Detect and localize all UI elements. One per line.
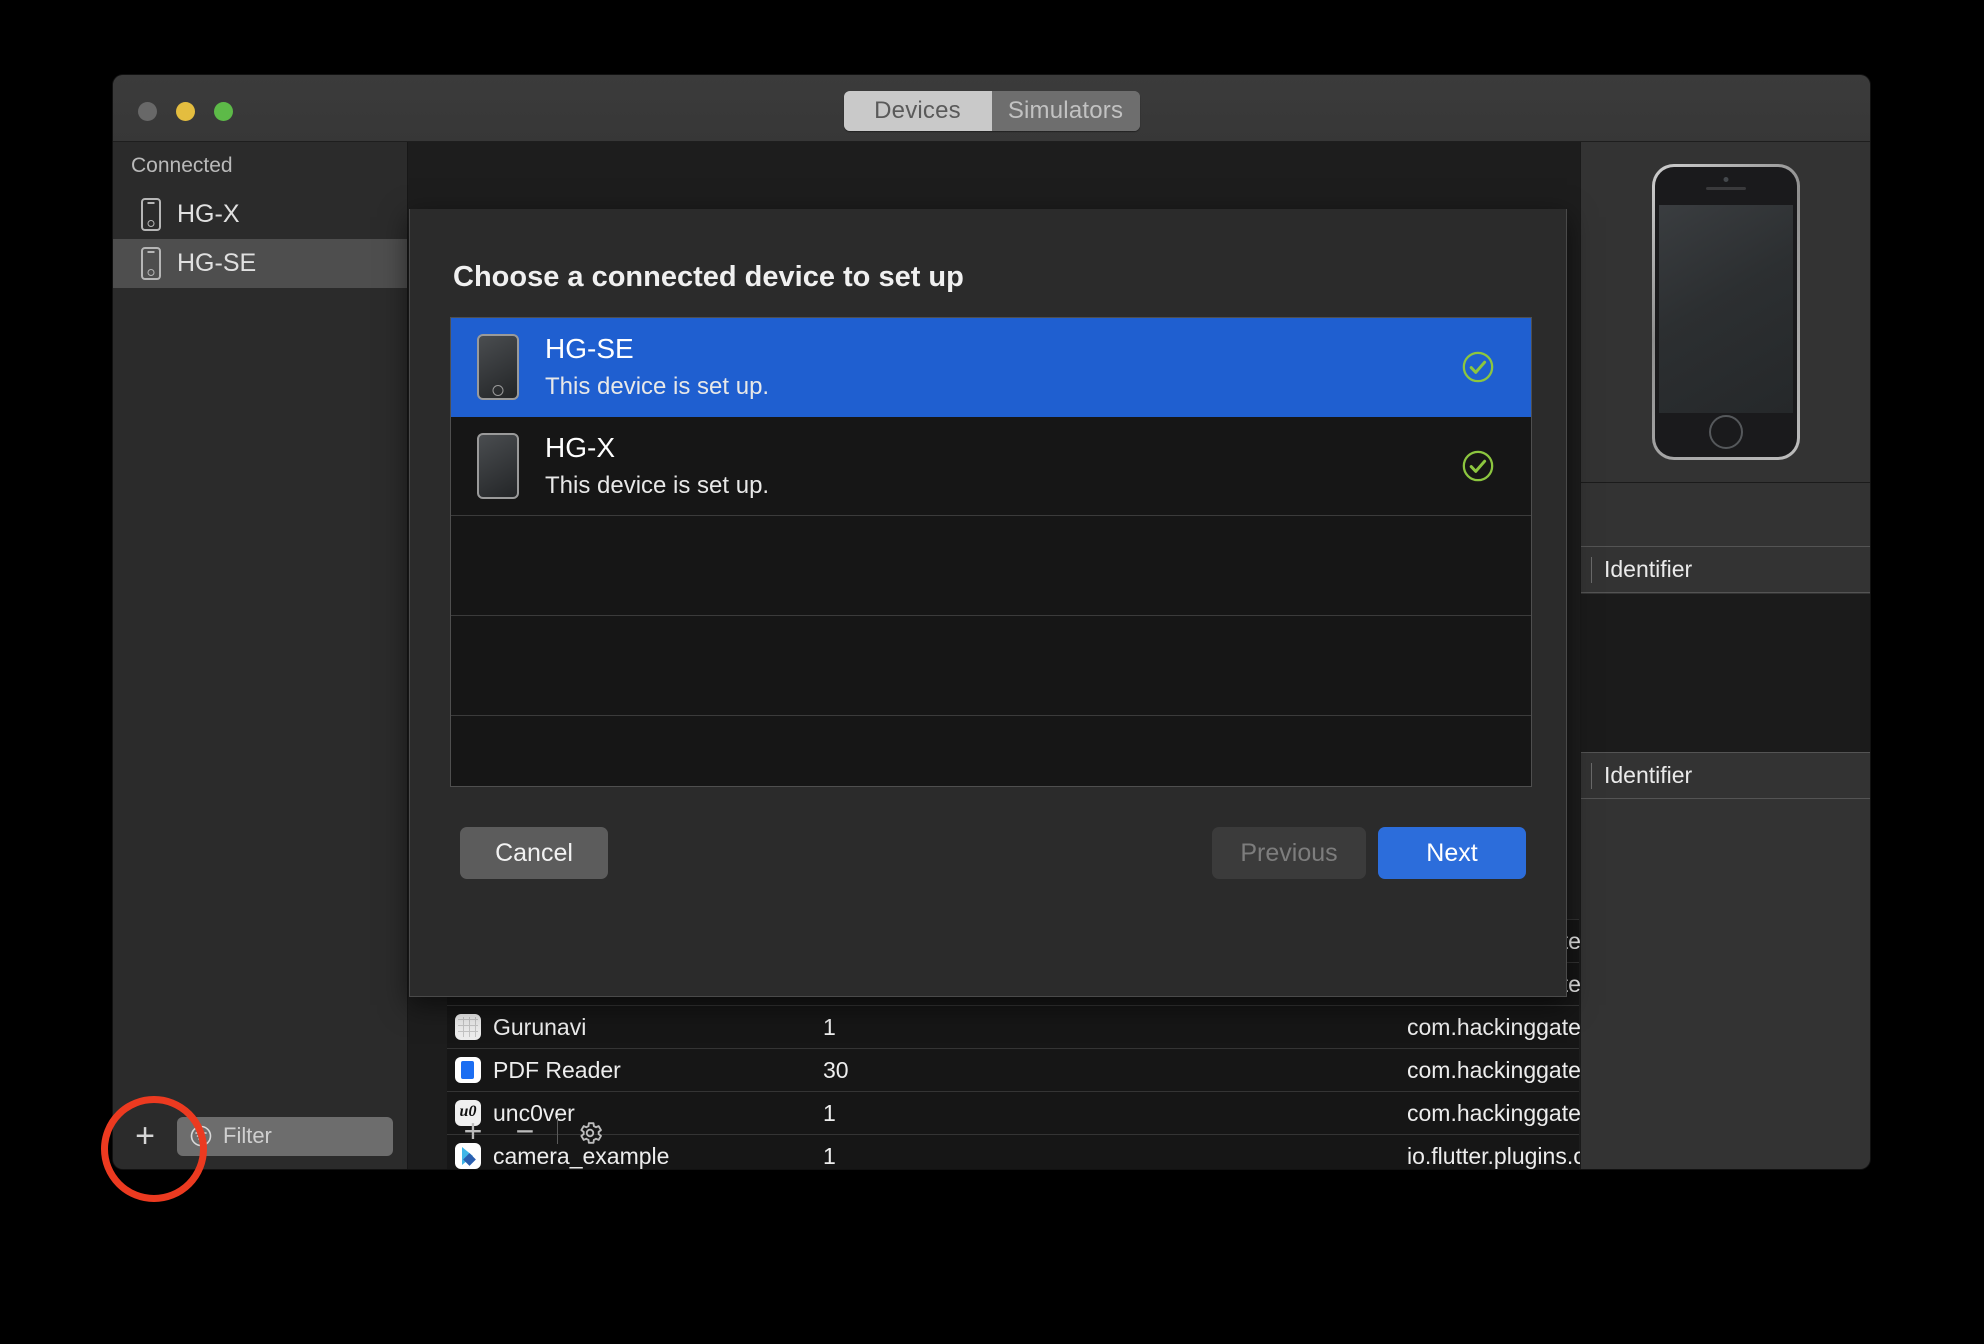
setup-device-sheet: Choose a connected device to set up HG-S… — [409, 209, 1567, 997]
device-status: This device is set up. — [545, 373, 769, 401]
app-name: PDF Reader — [493, 1057, 823, 1084]
devices-simulators-segmented-control[interactable]: Devices Simulators — [844, 91, 1140, 131]
check-circle-icon — [1461, 449, 1495, 483]
phone-icon — [477, 433, 519, 499]
list-item-empty — [451, 516, 1531, 616]
phone-icon — [141, 247, 161, 280]
iphone-se-preview — [1652, 164, 1800, 460]
sidebar-footer: + Filter — [113, 1103, 407, 1169]
connected-device-list[interactable]: HG-SE This device is set up. HG-X — [450, 317, 1532, 787]
identifier-list-empty — [1581, 594, 1870, 752]
window-titlebar: Devices Simulators — [113, 75, 1870, 142]
sidebar-item-label: HG-SE — [177, 249, 256, 278]
identifier-header-label: Identifier — [1604, 556, 1692, 583]
device-detail-panel: Identifier Identifier — [1580, 142, 1870, 1169]
devices-sidebar: Connected HG-X HG-SE + Filt — [113, 142, 408, 1169]
check-circle-icon — [1461, 350, 1495, 384]
tab-simulators[interactable]: Simulators — [992, 91, 1140, 131]
table-row[interactable]: camera_example 1 io.flutter.plugins.ca… — [447, 1134, 1579, 1169]
maximize-window-button[interactable] — [214, 102, 233, 121]
close-window-button[interactable] — [138, 102, 157, 121]
app-count: 1 — [823, 1143, 1023, 1170]
gear-icon[interactable] — [564, 1115, 616, 1148]
sidebar-item-hg-se[interactable]: HG-SE — [113, 239, 407, 288]
app-name: Gurunavi — [493, 1014, 823, 1041]
remove-app-button[interactable]: − — [499, 1115, 551, 1147]
identifier-column-header[interactable]: Identifier — [1581, 546, 1870, 593]
sidebar-item-hg-x[interactable]: HG-X — [113, 190, 407, 239]
apps-table-toolbar: + − — [447, 1107, 616, 1155]
device-name: HG-X — [545, 432, 769, 464]
app-count: 1 — [823, 1014, 1023, 1041]
cancel-button[interactable]: Cancel — [460, 827, 608, 879]
panel-divider — [1581, 482, 1870, 483]
list-item-empty — [451, 716, 1531, 787]
sidebar-item-label: HG-X — [177, 200, 240, 229]
window-body: Connected HG-X HG-SE + Filt — [113, 142, 1870, 1169]
sidebar-section-header: Connected — [131, 154, 233, 178]
app-count: 30 — [823, 1057, 1023, 1084]
table-row[interactable]: PDF Reader 30 com.hackinggate.P… — [447, 1048, 1579, 1091]
filter-icon — [189, 1124, 213, 1148]
device-list-item-hg-se[interactable]: HG-SE This device is set up. — [451, 318, 1531, 417]
xcode-devices-window: Devices Simulators Connected HG-X HG-SE … — [113, 75, 1870, 1169]
add-device-button[interactable]: + — [113, 1112, 177, 1160]
sheet-button-bar: Cancel Previous Next — [450, 827, 1526, 879]
identifier-header-label: Identifier — [1604, 762, 1692, 789]
list-item-empty — [451, 616, 1531, 716]
toolbar-divider — [557, 1118, 558, 1144]
identifier-column-header[interactable]: Identifier — [1581, 752, 1870, 799]
page-title: Choose a connected device to set up — [453, 261, 964, 294]
device-status: This device is set up. — [545, 472, 769, 500]
device-list-item-hg-x[interactable]: HG-X This device is set up. — [451, 417, 1531, 516]
table-row[interactable]: unc0ver 1 com.hackinggate.un… — [447, 1091, 1579, 1134]
column-resize-handle[interactable] — [1591, 557, 1592, 583]
previous-button: Previous — [1212, 827, 1366, 879]
next-button[interactable]: Next — [1378, 827, 1526, 879]
app-count: 1 — [823, 1100, 1023, 1127]
column-resize-handle[interactable] — [1591, 763, 1592, 789]
device-name: HG-SE — [545, 333, 769, 365]
minimize-window-button[interactable] — [176, 102, 195, 121]
add-app-button[interactable]: + — [447, 1115, 499, 1147]
phone-icon — [141, 198, 161, 231]
pdf-reader-icon — [455, 1057, 481, 1083]
tab-devices[interactable]: Devices — [844, 91, 992, 131]
filter-placeholder-text: Filter — [223, 1123, 272, 1149]
grid-placeholder-icon — [455, 1014, 481, 1040]
phone-icon — [477, 334, 519, 400]
filter-input[interactable]: Filter — [177, 1117, 393, 1156]
table-row[interactable]: Gurunavi 1 com.hackinggate.G… — [447, 1005, 1579, 1048]
